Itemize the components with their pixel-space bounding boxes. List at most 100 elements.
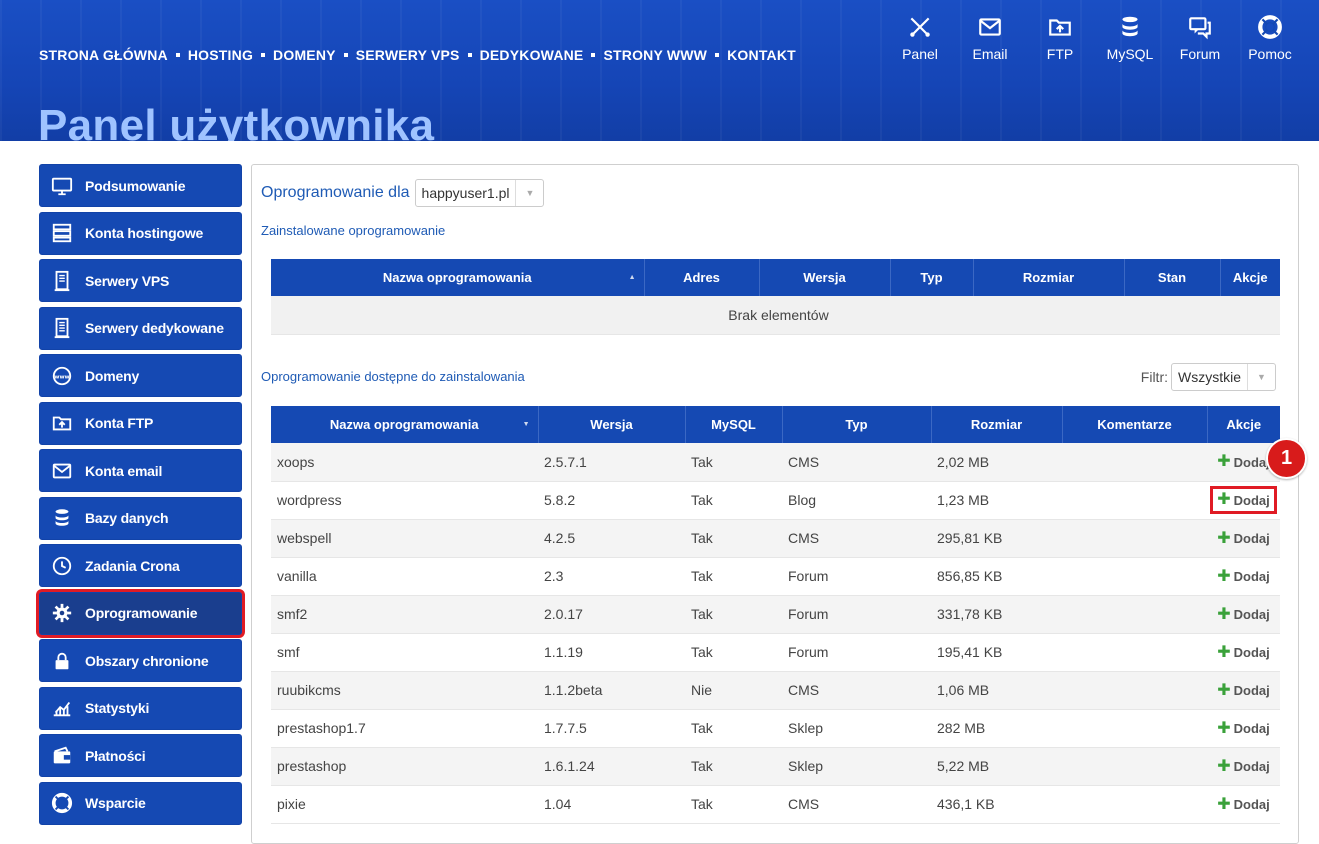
nav-link[interactable]: SERWERY VPS bbox=[356, 47, 460, 63]
sidebar-item[interactable]: Statystyki bbox=[39, 686, 242, 730]
sidebar-item[interactable]: Obszary chronione bbox=[39, 639, 242, 682]
sidebar: Podsumowanie Konta hostingowe Serwery VPS S… bbox=[39, 164, 242, 829]
sidebar-item[interactable]: Konta email bbox=[39, 449, 242, 492]
nav-separator bbox=[715, 53, 720, 57]
cell-actions: ✚ Dodaj bbox=[1207, 557, 1280, 596]
nav-separator bbox=[467, 53, 472, 57]
column-header[interactable]: Komentarze bbox=[1062, 406, 1208, 443]
tool-ftp[interactable]: FTP bbox=[1025, 14, 1095, 62]
add-button[interactable]: ✚ Dodaj bbox=[1217, 605, 1270, 623]
www-globe-icon: www bbox=[50, 364, 74, 388]
cell-mysql: Tak bbox=[685, 595, 782, 634]
add-button-label: Dodaj bbox=[1233, 607, 1270, 622]
sidebar-item[interactable]: Serwery VPS bbox=[39, 259, 242, 302]
add-button-label: Dodaj bbox=[1233, 569, 1270, 584]
add-button[interactable]: ✚ Dodaj bbox=[1217, 568, 1270, 585]
sidebar-item-label: Domeny bbox=[85, 367, 140, 384]
column-header[interactable]: Nazwa oprogramowania ▼ bbox=[271, 406, 539, 443]
add-button[interactable]: ✚ Dodaj bbox=[1217, 720, 1270, 737]
sidebar-item[interactable]: Zadania Crona bbox=[39, 544, 242, 587]
tool-forum[interactable]: Forum bbox=[1165, 14, 1235, 62]
cell-type: Sklep bbox=[782, 747, 931, 786]
cell-comments bbox=[1062, 481, 1207, 520]
nav-link[interactable]: DOMENY bbox=[273, 47, 336, 63]
column-header[interactable]: Akcje bbox=[1220, 259, 1280, 296]
add-button[interactable]: ✚ Dodaj bbox=[1217, 643, 1270, 661]
add-button[interactable]: ✚ Dodaj bbox=[1217, 796, 1270, 813]
sidebar-item-label: Podsumowanie bbox=[85, 177, 186, 194]
sidebar-item[interactable]: Płatności bbox=[39, 734, 242, 777]
tool-pomoc[interactable]: Pomoc bbox=[1235, 14, 1305, 62]
add-button[interactable]: ✚ Dodaj bbox=[1217, 454, 1270, 470]
add-button-label: Dodaj bbox=[1233, 531, 1270, 546]
sidebar-item[interactable]: Oprogramowanie bbox=[39, 591, 242, 635]
cell-name: vanilla bbox=[271, 557, 538, 596]
nav-link[interactable]: STRONY WWW bbox=[603, 47, 707, 63]
nav-link[interactable]: HOSTING bbox=[188, 47, 253, 63]
column-header-label: Akcje bbox=[1232, 270, 1268, 285]
cell-mysql: Tak bbox=[685, 709, 782, 748]
cell-comments bbox=[1062, 785, 1207, 824]
sidebar-item[interactable]: Konta hostingowe bbox=[39, 211, 242, 255]
plus-icon: ✚ bbox=[1217, 605, 1231, 623]
add-button[interactable]: ✚ Dodaj bbox=[1217, 681, 1270, 699]
sidebar-item[interactable]: Konta FTP bbox=[39, 401, 242, 445]
tool-mysql[interactable]: MySQL bbox=[1095, 14, 1165, 62]
filter-select[interactable]: Wszystkie ▼ bbox=[1171, 363, 1276, 391]
tool-email[interactable]: Email bbox=[955, 14, 1025, 62]
ftp-folder-icon bbox=[1047, 14, 1073, 46]
sidebar-item[interactable]: www Domeny bbox=[39, 354, 242, 397]
column-header-label: Adres bbox=[683, 270, 720, 285]
column-header[interactable]: Wersja bbox=[759, 259, 891, 296]
column-header[interactable]: Rozmiar bbox=[931, 406, 1063, 443]
chevron-down-icon: ▼ bbox=[1247, 364, 1275, 390]
column-header[interactable]: Nazwa oprogramowania ▲ bbox=[271, 259, 645, 296]
table-row: webspell 4.2.5 Tak CMS 295,81 KB ✚ Dodaj bbox=[271, 519, 1280, 558]
nav-link[interactable]: STRONA GŁÓWNA bbox=[39, 47, 168, 63]
nav-link[interactable]: KONTAKT bbox=[727, 47, 796, 63]
cell-mysql: Tak bbox=[685, 747, 782, 786]
sidebar-item[interactable]: Bazy danych bbox=[39, 496, 242, 540]
add-button-label: Dodaj bbox=[1233, 492, 1270, 508]
table-row: vanilla 2.3 Tak Forum 856,85 KB ✚ Dodaj bbox=[271, 557, 1280, 596]
available-table: Nazwa oprogramowania ▼ Wersja MySQL Typ Rozmi… bbox=[271, 406, 1280, 824]
column-header[interactable]: Rozmiar bbox=[973, 259, 1125, 296]
sort-asc-icon: ▲ bbox=[628, 274, 636, 281]
sidebar-item[interactable]: Wsparcie bbox=[39, 781, 242, 825]
cell-version: 1.1.2beta bbox=[538, 671, 685, 710]
cell-version: 1.1.19 bbox=[538, 633, 685, 672]
cell-actions: ✚ Dodaj bbox=[1207, 785, 1280, 824]
nav-link[interactable]: DEDYKOWANE bbox=[480, 47, 584, 63]
cell-type: Forum bbox=[782, 633, 931, 672]
cell-comments bbox=[1062, 633, 1207, 672]
add-button[interactable]: ✚ Dodaj bbox=[1217, 530, 1270, 547]
column-header[interactable]: Adres bbox=[644, 259, 760, 296]
lifebuoy-icon bbox=[1257, 14, 1283, 46]
cell-type: CMS bbox=[782, 671, 931, 710]
column-header-label: Akcje bbox=[1226, 417, 1262, 432]
column-header[interactable]: Typ bbox=[890, 259, 974, 296]
column-header[interactable]: Stan bbox=[1124, 259, 1221, 296]
add-button[interactable]: ✚ Dodaj bbox=[1210, 486, 1277, 514]
tool-panel[interactable]: Panel bbox=[885, 14, 955, 62]
column-header[interactable]: Wersja bbox=[538, 406, 686, 443]
chart-icon bbox=[50, 696, 74, 720]
cell-size: 195,41 KB bbox=[931, 633, 1062, 672]
site-header: STRONA GŁÓWNA HOSTING DOMENY SERWERY VPS DED… bbox=[0, 0, 1319, 141]
plus-icon: ✚ bbox=[1217, 643, 1231, 661]
table-row: smf 1.1.19 Tak Forum 195,41 KB ✚ Dodaj bbox=[271, 633, 1280, 672]
sidebar-item[interactable]: Serwery dedykowane bbox=[39, 306, 242, 350]
account-select[interactable]: happyuser1.pl ▼ bbox=[414, 179, 545, 207]
column-header[interactable]: MySQL bbox=[685, 406, 783, 443]
cell-type: Blog bbox=[782, 481, 931, 520]
vps-icon bbox=[50, 269, 74, 293]
svg-text:www: www bbox=[54, 374, 69, 380]
add-button[interactable]: ✚ Dodaj bbox=[1217, 758, 1270, 775]
cell-version: 2.3 bbox=[538, 557, 685, 596]
column-header-label: Nazwa oprogramowania bbox=[329, 417, 479, 432]
plus-icon: ✚ bbox=[1217, 681, 1231, 699]
column-header[interactable]: Akcje bbox=[1207, 406, 1280, 443]
column-header[interactable]: Typ bbox=[782, 406, 932, 443]
sidebar-item[interactable]: Podsumowanie bbox=[39, 164, 242, 207]
cell-mysql: Tak bbox=[685, 443, 782, 482]
